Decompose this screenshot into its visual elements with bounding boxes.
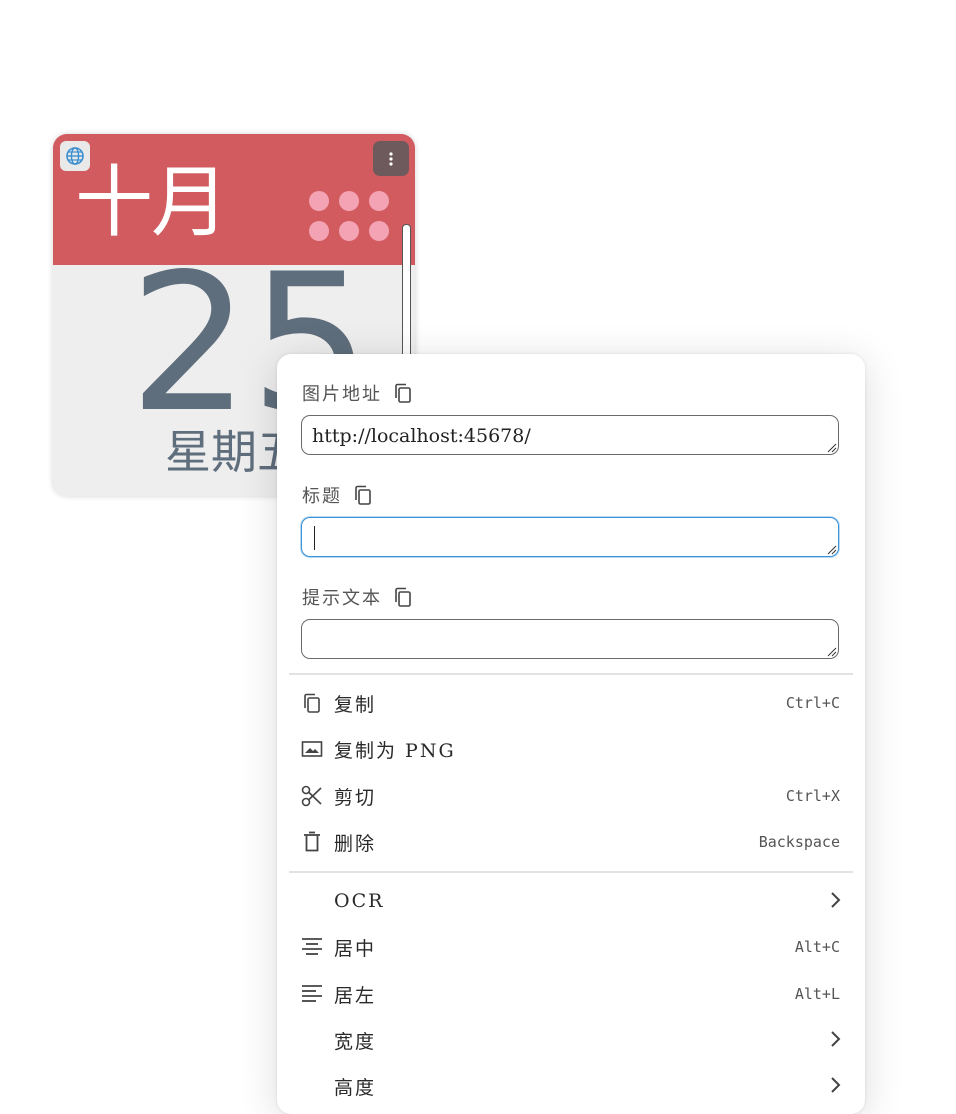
copy-icon[interactable] (394, 587, 412, 608)
chevron-right-icon (829, 1076, 841, 1098)
menu-item-label: 居中 (334, 937, 377, 960)
copy-icon[interactable] (354, 485, 372, 506)
resize-handle[interactable] (402, 224, 411, 366)
chevron-right-icon (829, 1030, 841, 1052)
menu-item-label: 删除 (334, 832, 377, 855)
menu-item-copy[interactable]: 复制 Ctrl+C (277, 681, 865, 725)
menu-divider (289, 871, 853, 873)
title-label: 标题 (302, 486, 342, 507)
menu-item-cut[interactable]: 剪切 Ctrl+X (277, 774, 865, 818)
calendar-month: 十月 (75, 158, 229, 248)
image-url-field[interactable]: http://localhost:45678/ (301, 415, 839, 455)
menu-item-label: 宽度 (334, 1030, 377, 1053)
copy-icon[interactable] (394, 383, 412, 404)
copy-icon (300, 692, 324, 714)
menu-item-shortcut: Backspace (758, 833, 840, 851)
menu-item-align-left[interactable]: 居左 Alt+L (277, 972, 865, 1016)
menu-item-shortcut: Ctrl+X (785, 787, 840, 805)
image-url-label-row: 图片地址 (302, 380, 412, 406)
menu-item-height[interactable]: 高度 (277, 1064, 865, 1108)
alt-text-label: 提示文本 (302, 588, 382, 609)
menu-item-copy-as-png[interactable]: 复制为 PNG (277, 727, 865, 771)
menu-item-label: 复制 (334, 693, 377, 716)
align-left-icon (300, 983, 324, 1005)
menu-item-label: OCR (334, 890, 385, 912)
menu-item-width[interactable]: 宽度 (277, 1018, 865, 1062)
image-context-menu: 图片地址 http://localhost:45678/ 标题 提示文本 复制 … (277, 354, 865, 1114)
title-label-row: 标题 (302, 482, 372, 508)
menu-item-ocr[interactable]: OCR (277, 879, 865, 923)
align-center-icon (300, 936, 324, 958)
alt-text-label-row: 提示文本 (302, 584, 412, 610)
menu-divider (289, 673, 853, 675)
scissors-icon (300, 785, 324, 807)
title-field[interactable] (301, 517, 839, 557)
trash-icon (300, 831, 324, 853)
menu-item-label: 高度 (334, 1076, 377, 1099)
menu-item-label: 复制为 PNG (334, 739, 456, 762)
alt-text-field[interactable] (301, 619, 839, 659)
menu-item-shortcut: Alt+L (794, 985, 840, 1003)
image-url-label: 图片地址 (302, 384, 382, 405)
menu-item-align-center[interactable]: 居中 Alt+C (277, 925, 865, 969)
menu-item-label: 剪切 (334, 786, 377, 809)
menu-item-delete[interactable]: 删除 Backspace (277, 820, 865, 864)
globe-icon[interactable] (60, 141, 90, 171)
more-options-icon[interactable] (373, 141, 409, 176)
menu-item-label: 居左 (334, 984, 377, 1007)
menu-item-shortcut: Alt+C (794, 938, 840, 956)
image-url-value: http://localhost:45678/ (312, 425, 531, 447)
image-icon (300, 738, 324, 760)
chevron-right-icon (829, 891, 841, 913)
menu-item-shortcut: Ctrl+C (785, 694, 840, 712)
text-caret (314, 526, 315, 550)
